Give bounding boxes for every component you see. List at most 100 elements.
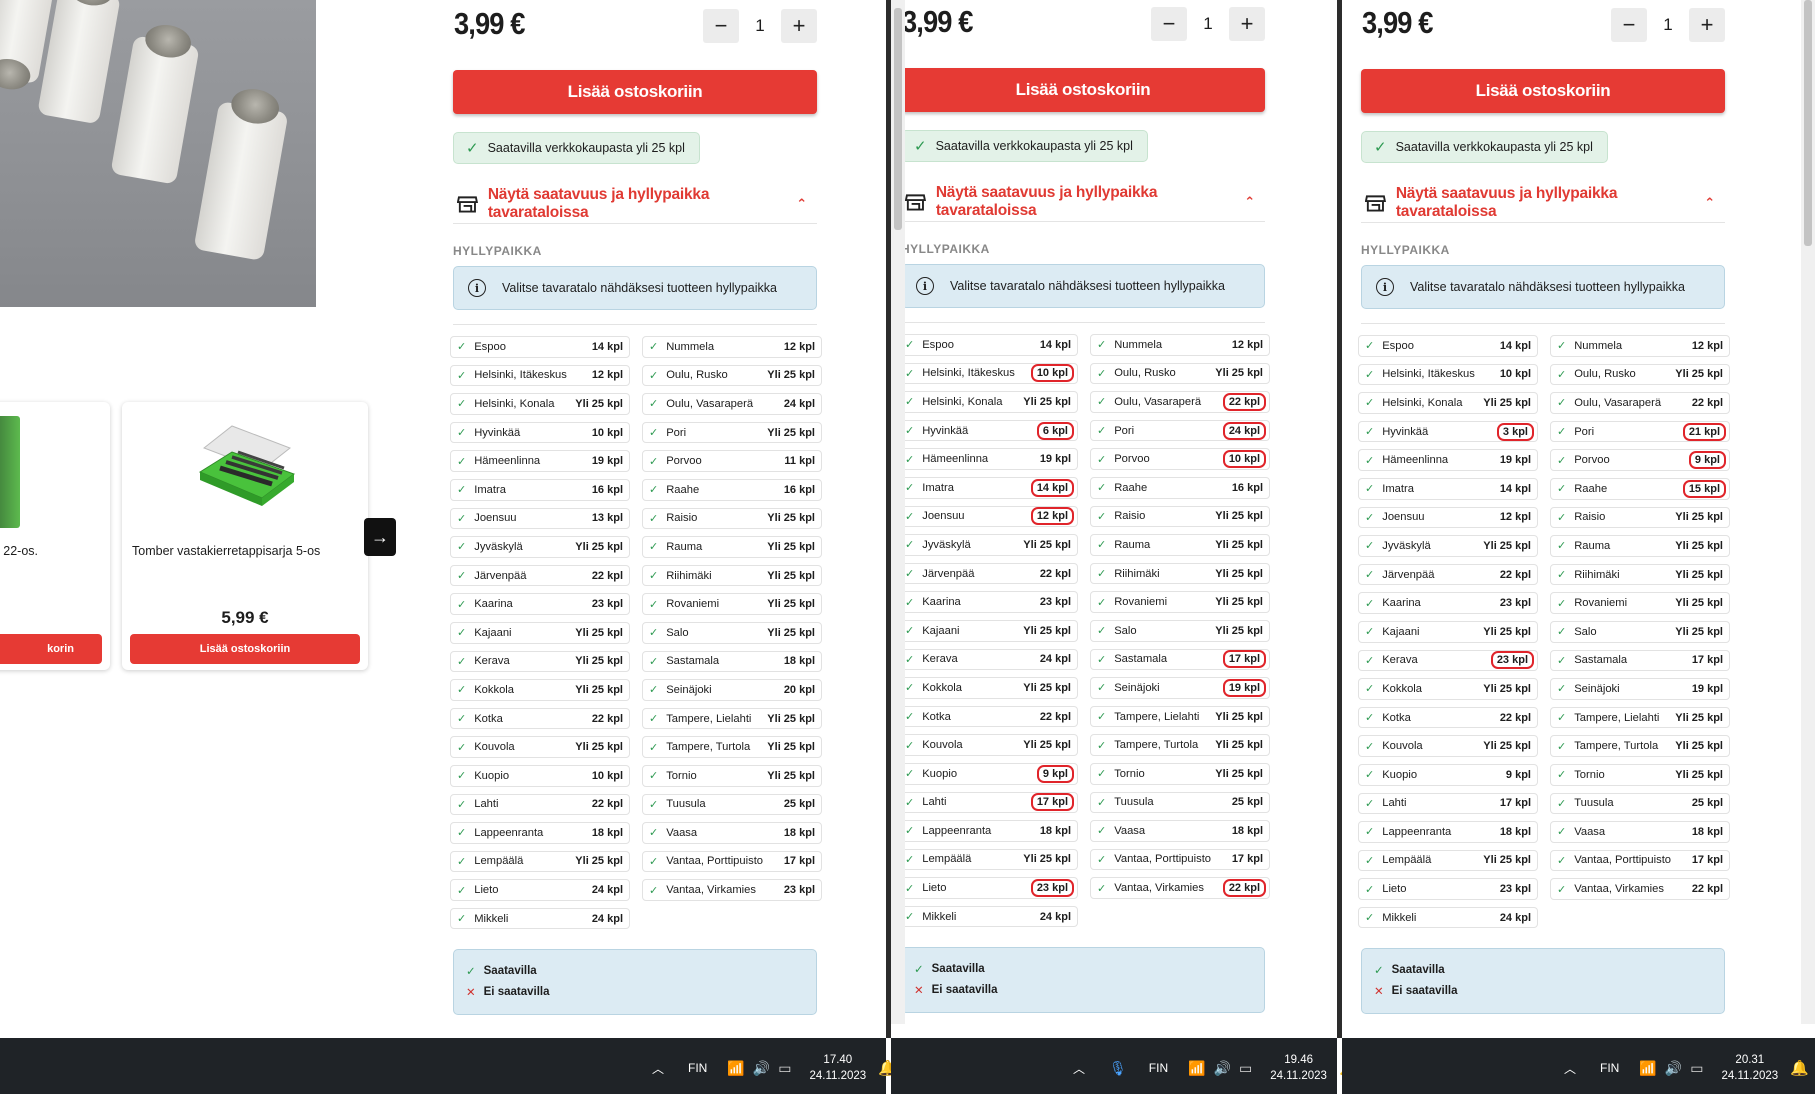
- store-row[interactable]: ✓ Kuopio 9 kpl: [898, 762, 1078, 785]
- store-row[interactable]: ✓ Oulu, Rusko Yli 25 kpl: [1090, 362, 1270, 385]
- store-row[interactable]: ✓ Seinäjoki 19 kpl: [1090, 677, 1270, 699]
- store-row[interactable]: ✓ Lahti 22 kpl: [450, 793, 630, 816]
- store-row[interactable]: ✓ Imatra 14 kpl: [1358, 477, 1538, 500]
- store-row[interactable]: ✓ Jyväskylä Yli 25 kpl: [898, 534, 1078, 556]
- store-row[interactable]: ✓ Oulu, Rusko Yli 25 kpl: [642, 364, 822, 387]
- store-row[interactable]: ✓ Sastamala 18 kpl: [642, 650, 822, 673]
- store-row[interactable]: ✓ Pori 21 kpl: [1550, 420, 1730, 443]
- store-row[interactable]: ✓ Oulu, Vasaraperä 22 kpl: [1550, 392, 1730, 414]
- store-row[interactable]: ✓ Espoo 14 kpl: [450, 336, 630, 358]
- store-row[interactable]: ✓ Hyvinkää 3 kpl: [1358, 420, 1538, 443]
- store-row[interactable]: ✓ Joensuu 13 kpl: [450, 507, 630, 530]
- scrollbar-thumb[interactable]: [1804, 0, 1812, 246]
- store-row[interactable]: ✓ Lempäälä Yli 25 kpl: [898, 848, 1078, 871]
- store-row[interactable]: ✓ Lappeenranta 18 kpl: [450, 822, 630, 844]
- store-row[interactable]: ✓ Nummela 12 kpl: [1090, 334, 1270, 356]
- store-row[interactable]: ✓ Raahe 15 kpl: [1550, 477, 1730, 500]
- quantity-value[interactable]: 1: [755, 16, 764, 36]
- store-row[interactable]: ✓ Helsinki, Konala Yli 25 kpl: [898, 391, 1078, 413]
- store-row[interactable]: ✓ Kokkola Yli 25 kpl: [1358, 678, 1538, 700]
- store-row[interactable]: ✓ Helsinki, Itäkeskus 10 kpl: [1358, 363, 1538, 386]
- store-row[interactable]: ✓ Hämeenlinna 19 kpl: [898, 448, 1078, 470]
- store-row[interactable]: ✓ Vantaa, Virkamies 23 kpl: [642, 879, 822, 901]
- store-availability-toggle[interactable]: Näytä saatavuus ja hyllypaikka tavaratal…: [1361, 185, 1725, 223]
- volume-icon[interactable]: 🔊: [1665, 1060, 1682, 1077]
- store-row[interactable]: ✓ Vaasa 18 kpl: [1550, 821, 1730, 843]
- store-row[interactable]: ✓ Kouvola Yli 25 kpl: [898, 734, 1078, 756]
- store-row[interactable]: ✓ Riihimäki Yli 25 kpl: [1090, 562, 1270, 585]
- store-row[interactable]: ✓ Kerava Yli 25 kpl: [450, 650, 630, 673]
- store-availability-toggle[interactable]: Näytä saatavuus ja hyllypaikka tavaratal…: [901, 184, 1265, 222]
- store-row[interactable]: ✓ Jyväskylä Yli 25 kpl: [1358, 535, 1538, 557]
- store-row[interactable]: ✓ Mikkeli 24 kpl: [898, 905, 1078, 928]
- product-card[interactable]: a 22-os. € korin: [0, 402, 110, 670]
- card-add-to-cart-button[interactable]: korin: [0, 634, 102, 664]
- quantity-increase-button[interactable]: +: [1229, 7, 1265, 41]
- store-row[interactable]: ✓ Tornio Yli 25 kpl: [1550, 763, 1730, 786]
- store-row[interactable]: ✓ Mikkeli 24 kpl: [450, 907, 630, 930]
- store-row[interactable]: ✓ Tampere, Lielahti Yli 25 kpl: [1550, 706, 1730, 729]
- store-row[interactable]: ✓ Tornio Yli 25 kpl: [642, 764, 822, 787]
- store-row[interactable]: ✓ Lieto 23 kpl: [898, 877, 1078, 899]
- wifi-icon[interactable]: 📶: [727, 1060, 744, 1077]
- store-row[interactable]: ✓ Lieto 24 kpl: [450, 879, 630, 901]
- language-indicator[interactable]: FIN: [1149, 1061, 1168, 1075]
- store-row[interactable]: ✓ Pori Yli 25 kpl: [642, 421, 822, 444]
- store-row[interactable]: ✓ Helsinki, Itäkeskus 12 kpl: [450, 364, 630, 387]
- vertical-scrollbar[interactable]: [1801, 0, 1815, 1024]
- store-row[interactable]: ✓ Kaarina 23 kpl: [1358, 592, 1538, 614]
- store-row[interactable]: ✓ Kajaani Yli 25 kpl: [1358, 620, 1538, 643]
- store-row[interactable]: ✓ Vantaa, Porttipuisto 17 kpl: [1550, 849, 1730, 872]
- store-row[interactable]: ✓ Nummela 12 kpl: [642, 336, 822, 358]
- store-row[interactable]: ✓ Sastamala 17 kpl: [1550, 649, 1730, 672]
- store-row[interactable]: ✓ Kuopio 10 kpl: [450, 764, 630, 787]
- store-row[interactable]: ✓ Nummela 12 kpl: [1550, 335, 1730, 357]
- store-row[interactable]: ✓ Kokkola Yli 25 kpl: [898, 677, 1078, 699]
- store-row[interactable]: ✓ Imatra 16 kpl: [450, 478, 630, 501]
- store-row[interactable]: ✓ Porvoo 10 kpl: [1090, 448, 1270, 470]
- store-row[interactable]: ✓ Kajaani Yli 25 kpl: [898, 619, 1078, 642]
- store-row[interactable]: ✓ Espoo 14 kpl: [898, 334, 1078, 356]
- store-row[interactable]: ✓ Helsinki, Konala Yli 25 kpl: [450, 393, 630, 415]
- quantity-stepper[interactable]: − 1 +: [703, 8, 817, 44]
- carousel-next-arrow-icon[interactable]: →: [364, 518, 396, 556]
- notification-bell-icon[interactable]: 🔔: [1790, 1059, 1809, 1077]
- store-row[interactable]: ✓ Kerava 24 kpl: [898, 648, 1078, 671]
- store-row[interactable]: ✓ Rauma Yli 25 kpl: [642, 536, 822, 558]
- battery-icon[interactable]: ▭: [1690, 1060, 1703, 1077]
- store-row[interactable]: ✓ Järvenpää 22 kpl: [898, 562, 1078, 585]
- add-to-cart-button[interactable]: Lisää ostoskoriin: [453, 70, 817, 114]
- store-row[interactable]: ✓ Porvoo 9 kpl: [1550, 449, 1730, 471]
- store-row[interactable]: ✓ Oulu, Rusko Yli 25 kpl: [1550, 363, 1730, 386]
- store-row[interactable]: ✓ Raahe 16 kpl: [1090, 476, 1270, 499]
- volume-icon[interactable]: 🔊: [1214, 1060, 1231, 1077]
- store-row[interactable]: ✓ Tuusula 25 kpl: [1550, 792, 1730, 815]
- store-row[interactable]: ✓ Salo Yli 25 kpl: [642, 621, 822, 644]
- store-row[interactable]: ✓ Espoo 14 kpl: [1358, 335, 1538, 357]
- quantity-increase-button[interactable]: +: [781, 9, 817, 43]
- store-row[interactable]: ✓ Lahti 17 kpl: [898, 791, 1078, 814]
- add-to-cart-button[interactable]: Lisää ostoskoriin: [1361, 69, 1725, 113]
- store-row[interactable]: ✓ Tampere, Lielahti Yli 25 kpl: [642, 707, 822, 730]
- store-row[interactable]: ✓ Tornio Yli 25 kpl: [1090, 762, 1270, 785]
- battery-icon[interactable]: ▭: [1239, 1060, 1252, 1077]
- store-row[interactable]: ✓ Hämeenlinna 19 kpl: [450, 450, 630, 472]
- show-hidden-icons-icon[interactable]: ︿: [652, 1060, 664, 1077]
- language-indicator[interactable]: FIN: [1600, 1061, 1619, 1075]
- battery-icon[interactable]: ▭: [778, 1060, 791, 1077]
- store-row[interactable]: ✓ Lahti 17 kpl: [1358, 792, 1538, 815]
- store-row[interactable]: ✓ Lieto 23 kpl: [1358, 878, 1538, 900]
- store-row[interactable]: ✓ Seinäjoki 20 kpl: [642, 679, 822, 701]
- quantity-value[interactable]: 1: [1663, 15, 1672, 35]
- store-row[interactable]: ✓ Järvenpää 22 kpl: [450, 564, 630, 587]
- store-row[interactable]: ✓ Tampere, Lielahti Yli 25 kpl: [1090, 705, 1270, 728]
- store-row[interactable]: ✓ Lappeenranta 18 kpl: [898, 820, 1078, 842]
- store-row[interactable]: ✓ Oulu, Vasaraperä 24 kpl: [642, 393, 822, 415]
- store-row[interactable]: ✓ Raisio Yli 25 kpl: [1090, 505, 1270, 528]
- store-availability-toggle[interactable]: Näytä saatavuus ja hyllypaikka tavaratal…: [453, 186, 817, 224]
- store-row[interactable]: ✓ Hyvinkää 6 kpl: [898, 419, 1078, 442]
- store-row[interactable]: ✓ Kajaani Yli 25 kpl: [450, 621, 630, 644]
- product-card[interactable]: Tomber vastakierretappisarja 5-os 5,99 €…: [122, 402, 368, 670]
- system-clock[interactable]: 17.40 24.11.2023: [809, 1052, 866, 1084]
- store-row[interactable]: ✓ Oulu, Vasaraperä 22 kpl: [1090, 391, 1270, 413]
